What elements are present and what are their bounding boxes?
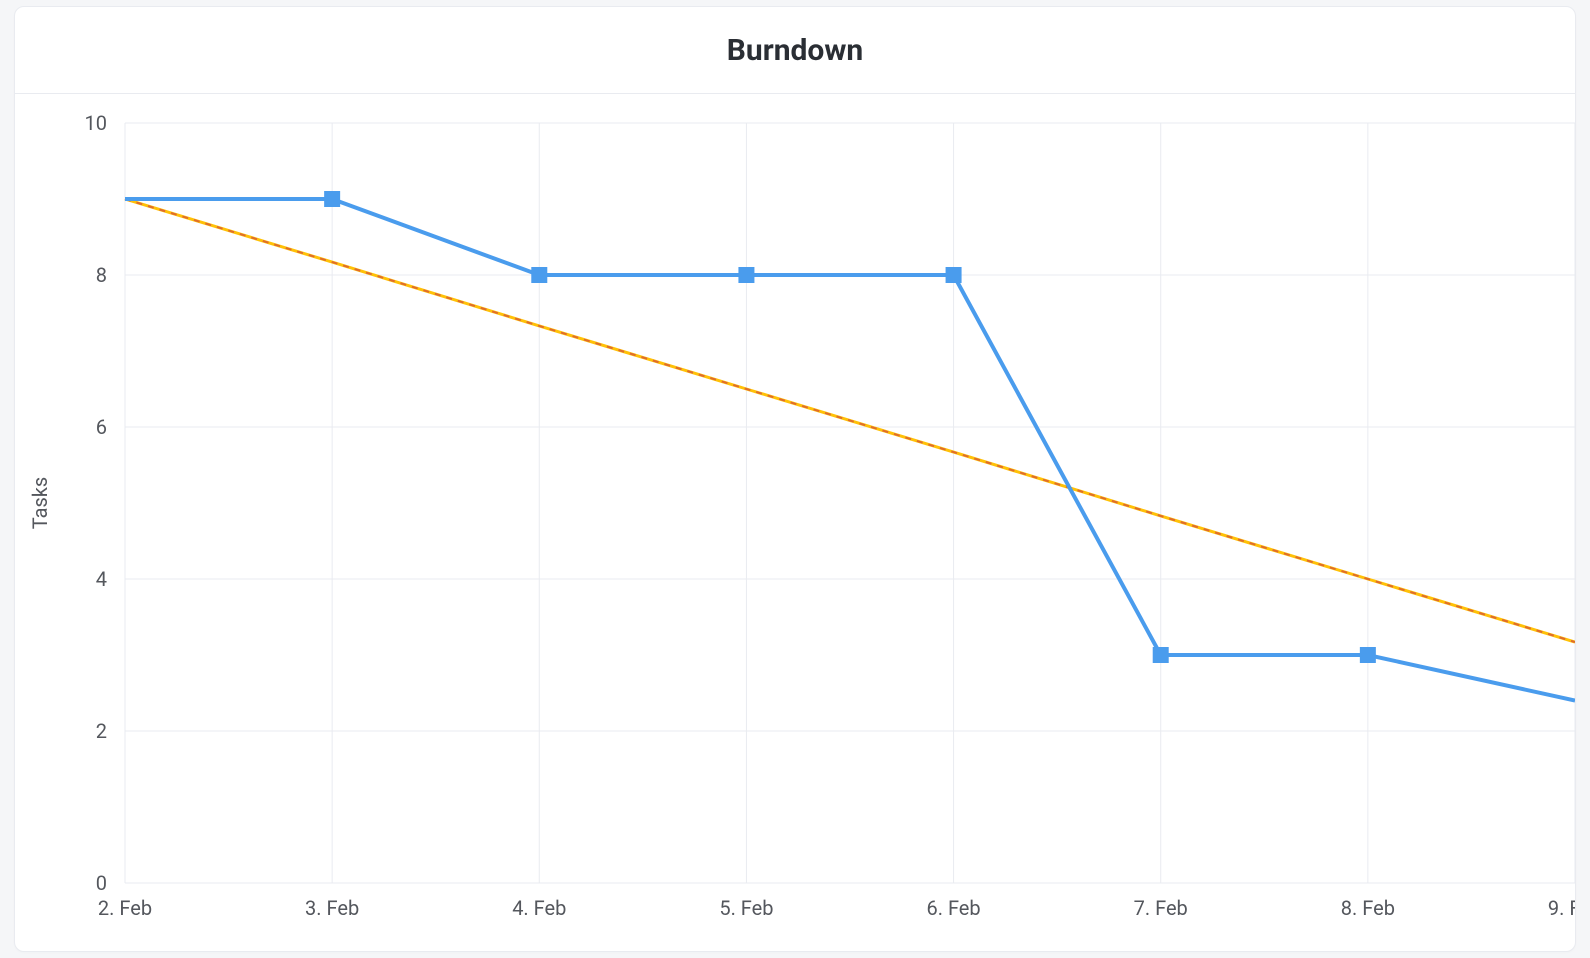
data-point-marker [946, 267, 962, 283]
x-tick-label: 4. Feb [512, 896, 566, 920]
chart-header: Burndown [15, 7, 1575, 94]
data-point-marker [738, 267, 754, 283]
y-tick-label: 4 [96, 567, 107, 591]
chart-title: Burndown [727, 33, 863, 68]
y-axis-title: Tasks [28, 477, 52, 530]
x-tick-label: 7. Feb [1134, 896, 1188, 920]
x-tick-label: 3. Feb [305, 896, 359, 920]
y-tick-label: 0 [96, 871, 107, 895]
x-tick-label: 2. Feb [98, 896, 152, 920]
y-tick-label: 8 [96, 263, 107, 287]
y-tick-label: 6 [96, 415, 107, 439]
series-actual [125, 199, 1575, 701]
burndown-chart-svg: 2. Feb 3. Feb 4. Feb 5. Feb 6. Feb 7. Feb 8. F… [15, 93, 1575, 951]
data-point-marker [324, 191, 340, 207]
data-point-marker [1360, 647, 1376, 663]
x-tick-label: 8. Feb [1341, 896, 1395, 920]
x-tick-label: 5. Feb [719, 896, 773, 920]
chart-plot-area: 2. Feb 3. Feb 4. Feb 5. Feb 6. Feb 7. Feb 8. F… [15, 93, 1575, 951]
y-tick-label: 10 [85, 111, 107, 135]
chart-card: Burndown 2. Feb 3. Feb 4. Feb 5. Feb 6. Feb 7… [14, 6, 1576, 952]
x-tick-label: 9. Feb [1548, 896, 1575, 920]
data-point-marker [1153, 647, 1169, 663]
x-tick-label: 6. Feb [926, 896, 980, 920]
y-tick-label: 2 [96, 719, 107, 743]
data-point-marker [531, 267, 547, 283]
